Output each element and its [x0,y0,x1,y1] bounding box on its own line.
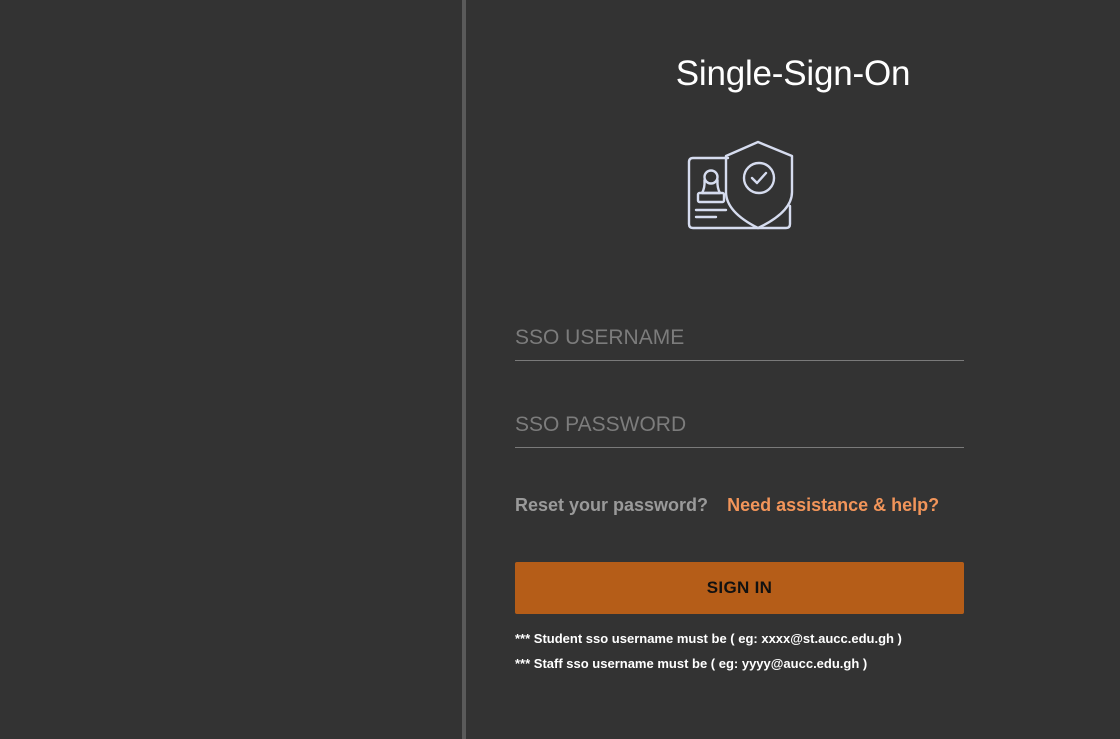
sso-password-input[interactable] [515,403,964,447]
left-panel [0,0,462,739]
password-field-wrapper [515,403,964,448]
help-links: Reset your password? Need assistance & h… [515,495,939,516]
id-card-shield-icon [687,140,794,230]
sign-in-button[interactable]: SIGN IN [515,562,964,614]
student-username-note: *** Student sso username must be ( eg: x… [515,631,902,646]
sso-login-page: Single-Sign-On Reset your password? N [0,0,1120,739]
username-field-wrapper [515,316,964,361]
assistance-help-link[interactable]: Need assistance & help? [727,495,939,515]
login-panel: Single-Sign-On Reset your password? N [466,0,1120,739]
reset-password-link[interactable]: Reset your password? [515,495,708,515]
page-title: Single-Sign-On [675,54,911,93]
sso-username-input[interactable] [515,316,964,360]
staff-username-note: *** Staff sso username must be ( eg: yyy… [515,656,868,671]
